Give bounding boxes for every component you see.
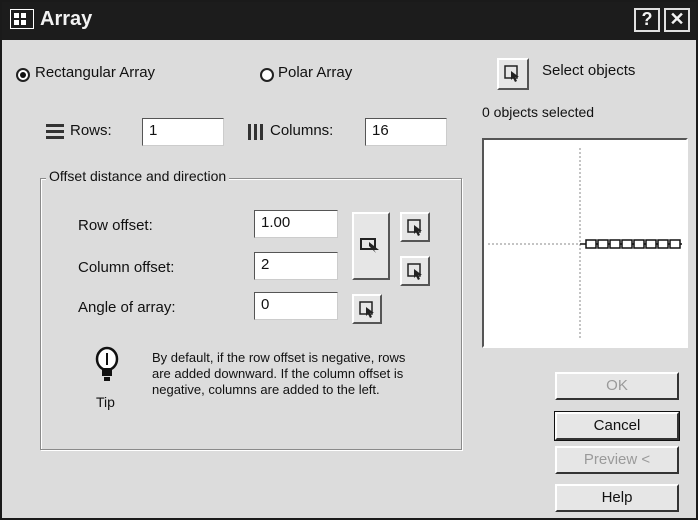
row-offset-label: Row offset:: [78, 217, 153, 234]
select-objects-button[interactable]: [497, 58, 529, 90]
close-icon[interactable]: ✕: [664, 8, 690, 32]
lightbulb-icon: [95, 346, 119, 381]
help-button[interactable]: Help: [555, 484, 679, 512]
array-app-icon: [10, 9, 34, 29]
question-mark-icon[interactable]: ?: [634, 8, 660, 32]
select-objects-icon: [504, 65, 519, 82]
offset-group-legend: Offset distance and direction: [46, 168, 230, 184]
columns-label: Columns:: [270, 122, 334, 139]
angle-of-array-label: Angle of array:: [78, 299, 176, 316]
rows-input[interactable]: 1: [142, 118, 224, 146]
pick-angle-icon: [359, 301, 374, 318]
column-offset-input[interactable]: 2: [254, 252, 338, 280]
polar-array-label[interactable]: Polar Array: [278, 64, 352, 81]
ok-button[interactable]: OK: [555, 372, 679, 400]
pick-both-offsets-icon: [360, 238, 379, 253]
rectangular-array-label[interactable]: Rectangular Array: [35, 64, 155, 81]
objects-selected-count: 0 objects selected: [482, 104, 595, 120]
pick-column-offset-button[interactable]: [400, 256, 430, 286]
pick-both-offsets-button[interactable]: [352, 212, 390, 280]
window-title: Array: [40, 8, 93, 30]
tip-label: Tip: [96, 394, 115, 410]
rows-icon: [46, 124, 64, 139]
pick-row-offset-button[interactable]: [400, 212, 430, 242]
polar-array-radio[interactable]: [260, 68, 274, 82]
array-dialog: Array ? ✕ Rectangular Array Polar Array …: [0, 0, 698, 520]
angle-of-array-input[interactable]: 0: [254, 292, 338, 320]
pick-angle-button[interactable]: [352, 294, 382, 324]
pick-row-offset-icon: [407, 219, 422, 236]
title-bar: Array ? ✕: [2, 2, 696, 40]
tip-text: By default, if the row offset is negativ…: [152, 350, 406, 397]
row-offset-input[interactable]: 1.00: [254, 210, 338, 238]
cancel-button[interactable]: Cancel: [554, 411, 680, 441]
columns-input[interactable]: 16: [365, 118, 447, 146]
column-offset-label: Column offset:: [78, 259, 175, 276]
preview-button[interactable]: Preview <: [555, 446, 679, 474]
columns-icon: [248, 124, 263, 140]
pick-column-offset-icon: [407, 263, 422, 280]
array-preview-drawing: [488, 148, 682, 340]
array-preview: [482, 138, 688, 348]
rectangular-array-radio[interactable]: [16, 68, 30, 82]
select-objects-label: Select objects: [542, 62, 636, 79]
rows-label: Rows:: [70, 122, 112, 139]
